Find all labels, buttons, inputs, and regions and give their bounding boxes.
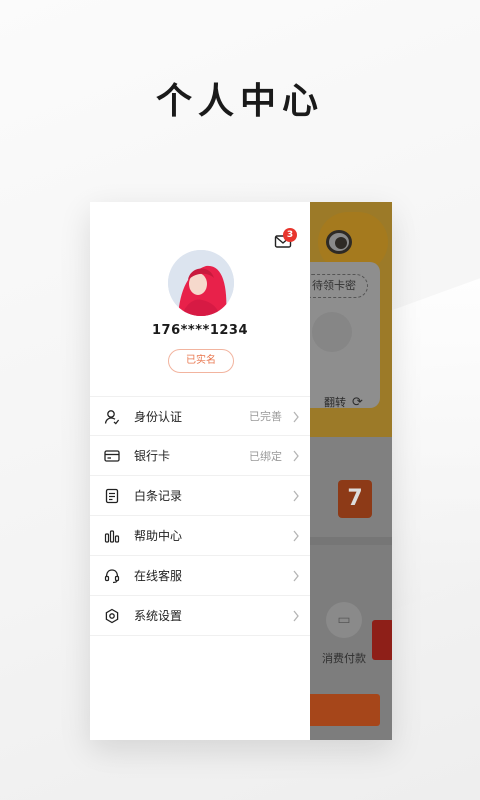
calendar-icon: 7 xyxy=(338,480,372,518)
flip-label: 翻转 xyxy=(324,396,346,409)
verified-badge: 已实名 xyxy=(168,349,234,373)
menu-item-bank-card[interactable]: 银行卡 已绑定 xyxy=(90,436,310,476)
menu-item-label: 白条记录 xyxy=(134,489,183,503)
refresh-icon: ⟳ xyxy=(352,395,363,410)
menu-item-label: 帮助中心 xyxy=(134,529,183,543)
menu-item-identity[interactable]: 身份认证 已完善 xyxy=(90,396,310,436)
card-icon xyxy=(104,450,120,462)
document-icon xyxy=(105,488,119,504)
chevron-right-icon xyxy=(293,530,299,542)
menu-item-label: 身份认证 xyxy=(134,409,183,424)
headset-icon xyxy=(104,569,120,584)
card-circle xyxy=(312,312,352,352)
avatar[interactable] xyxy=(168,250,234,316)
chevron-right-icon xyxy=(293,610,299,622)
flip-button: 翻转 ⟳ xyxy=(324,394,363,410)
menu-item-settings[interactable]: 系统设置 xyxy=(90,596,310,636)
profile-drawer: 3 176****1234 已实名 身份认证 已完善 银行卡 已绑定 白条记录 … xyxy=(90,202,310,740)
wallet-icon: ▭ xyxy=(326,602,362,638)
gear-icon xyxy=(105,608,119,624)
notification-badge: 3 xyxy=(283,228,297,242)
chevron-right-icon xyxy=(293,450,299,462)
page-title: 个人中心 xyxy=(155,81,324,122)
profile-menu: 身份认证 已完善 银行卡 已绑定 白条记录 帮助中心 在线客服 系统设置 xyxy=(90,396,310,636)
card-pill: 待领卡密 xyxy=(300,274,368,298)
menu-item-label: 在线客服 xyxy=(134,569,183,583)
menu-item-status: 已绑定 xyxy=(249,449,282,463)
wallet-label: 消费付款 xyxy=(322,652,366,665)
mascot-eye xyxy=(326,230,352,254)
user-icon xyxy=(104,410,120,425)
chevron-right-icon xyxy=(293,490,299,502)
chevron-right-icon xyxy=(293,411,299,423)
menu-item-records[interactable]: 白条记录 xyxy=(90,476,310,516)
menu-item-label: 银行卡 xyxy=(134,449,171,463)
menu-item-customer-service[interactable]: 在线客服 xyxy=(90,556,310,596)
phone-number: 176****1234 xyxy=(151,323,248,338)
menu-item-status: 已完善 xyxy=(249,410,282,423)
bar-chart-icon xyxy=(104,530,120,543)
red-packet-icon xyxy=(372,620,392,660)
chevron-right-icon xyxy=(293,570,299,582)
menu-item-label: 系统设置 xyxy=(134,609,183,623)
menu-item-help[interactable]: 帮助中心 xyxy=(90,516,310,556)
phone-screen: 待领卡密 翻转 ⟳ 7 ▭ 消费付款 3 176****1234 已实名 身份认… xyxy=(90,202,392,740)
